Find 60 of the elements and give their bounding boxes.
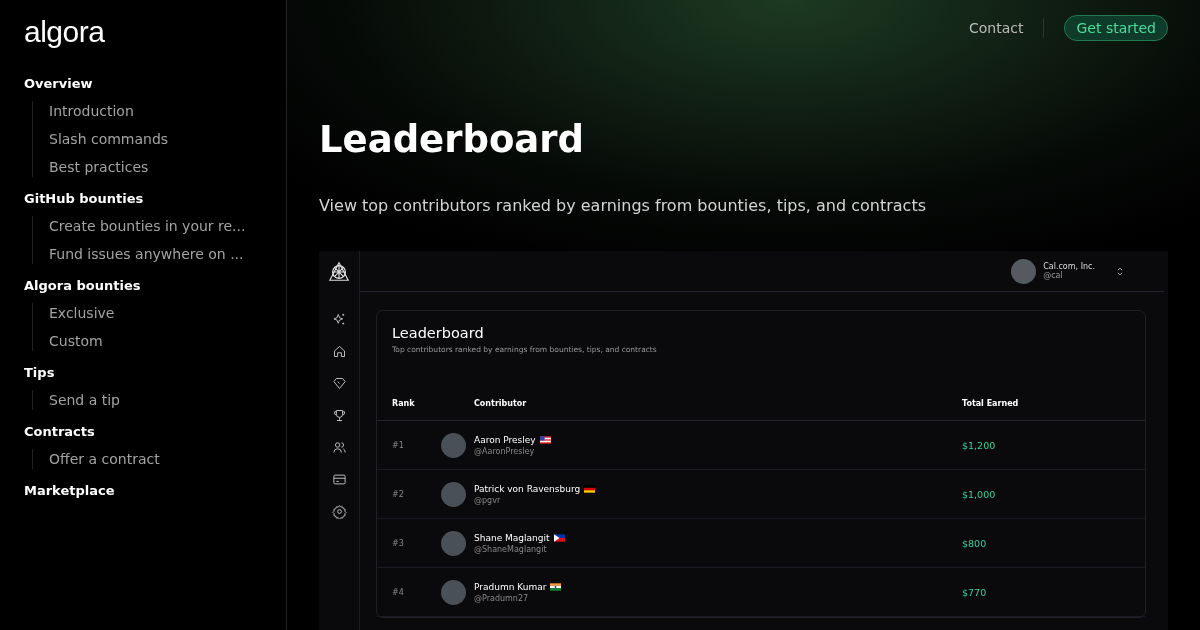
avatar-placeholder [441, 481, 466, 507]
section-heading: GitHub bounties [24, 191, 145, 206]
rank-cell-text: #1 [392, 440, 405, 450]
get-started-button[interactable]: Get started [1064, 15, 1168, 41]
flag-icon [539, 435, 551, 444]
sidebar-link[interactable]: Send a tip [49, 390, 286, 410]
earned-amount: $1,000 [962, 488, 997, 500]
column-header: Contributor [474, 399, 528, 410]
nav-link[interactable]: Contact [969, 20, 1024, 36]
org-avatar [1011, 258, 1037, 284]
earned-amount: $1,200 [962, 439, 997, 451]
sidebar-link[interactable]: Create bounties in your re... [49, 216, 286, 236]
sidebar-link[interactable]: Best practices [49, 157, 286, 177]
page-title: Leaderboard [319, 118, 586, 162]
contributor-handle: @AaronPresley [474, 446, 536, 456]
section-heading: Marketplace [24, 483, 116, 498]
flag-icon [550, 582, 562, 591]
avatar-placeholder [441, 432, 466, 458]
avatar-placeholder [441, 530, 466, 556]
users-icon[interactable] [331, 440, 347, 455]
contributor-handle: @Pradumn27 [474, 593, 530, 603]
earned-amount: $800 [962, 537, 988, 549]
diamond-icon[interactable] [331, 376, 347, 391]
algora-logo[interactable]: algora [24, 14, 105, 50]
chevron-icon[interactable] [1116, 265, 1124, 277]
section-heading: Overview [24, 76, 94, 91]
card-icon[interactable] [331, 472, 347, 487]
trophy-icon[interactable] [331, 408, 347, 423]
org-name: Cal.com, Inc. [1043, 262, 1095, 271]
column-header: Total Earned [962, 399, 1020, 410]
flag-icon [553, 533, 565, 542]
contributor-name: Pradumn Kumar [474, 581, 547, 592]
home-icon[interactable] [331, 344, 347, 359]
settings-icon[interactable] [331, 504, 347, 519]
flag-icon [584, 484, 596, 493]
contributor-name: Patrick von Ravensburg [474, 483, 581, 494]
sidebar-link[interactable]: Offer a contract [49, 449, 286, 469]
avatar-placeholder [441, 579, 466, 605]
section-heading: Tips [24, 365, 56, 380]
section-heading: Contracts [24, 424, 96, 439]
sidebar-link[interactable]: Introduction [49, 101, 286, 121]
section-heading: Algora bounties [24, 278, 142, 293]
contributor-handle: @ShaneMaglangit [474, 544, 548, 554]
sidebar-link[interactable]: Fund issues anywhere on ... [49, 244, 286, 264]
rank-cell-text: #2 [392, 489, 405, 499]
page-subtitle: View top contributors ranked by earnings from bounties, tips, and contracts [319, 196, 927, 215]
logo-icon [328, 261, 350, 283]
sidebar-link[interactable]: Custom [49, 331, 286, 351]
org-handle: @cal [1043, 271, 1064, 280]
rank-cell-text: #4 [392, 587, 405, 597]
earned-amount: $770 [962, 586, 988, 598]
card-title: Leaderboard [391, 325, 485, 341]
sidebar-link[interactable]: Exclusive [49, 303, 286, 323]
contributor-name: Shane Maglangit [474, 532, 550, 543]
contributor-handle: @pgvr [474, 495, 502, 505]
contributor-name: Aaron Presley [474, 434, 536, 445]
column-header: Rank [392, 399, 416, 410]
sparkles-icon[interactable] [331, 312, 347, 327]
rank-cell-text: #3 [392, 538, 405, 548]
sidebar-link[interactable]: Slash commands [49, 129, 286, 149]
